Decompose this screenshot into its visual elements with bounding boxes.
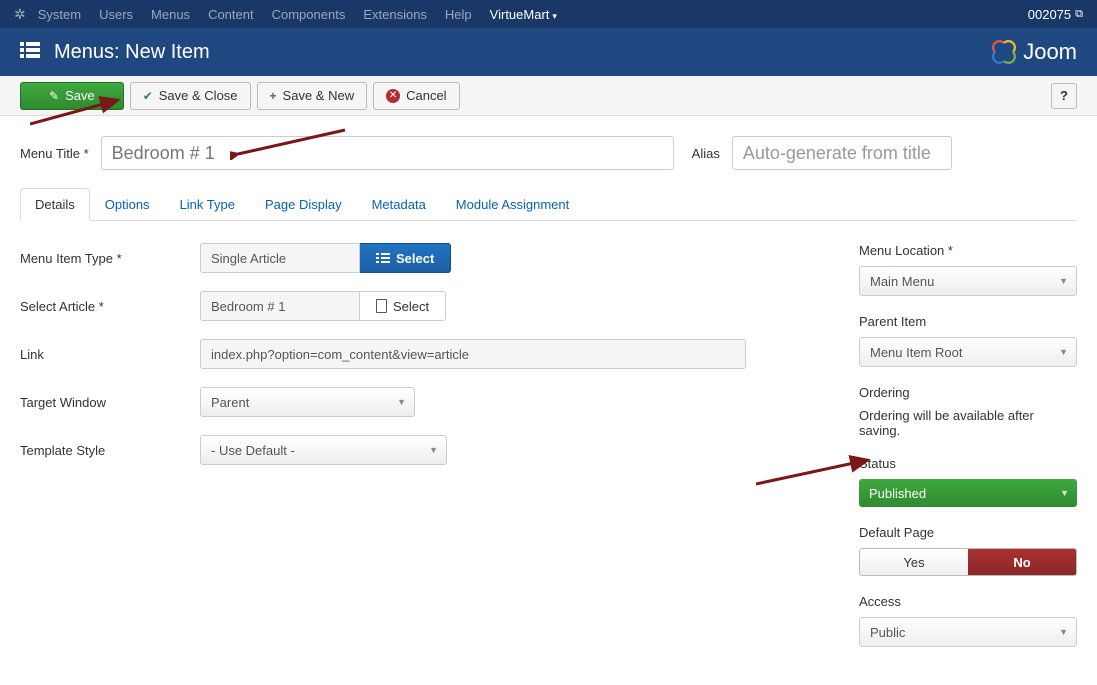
status-label: Status: [859, 456, 1077, 471]
menu-location-label: Menu Location *: [859, 243, 1077, 258]
ordering-label: Ordering: [859, 385, 1077, 400]
nav-help[interactable]: Help: [445, 7, 472, 22]
ordering-note: Ordering will be available after saving.: [859, 408, 1077, 438]
save-new-label: Save & New: [283, 88, 355, 103]
template-style-select[interactable]: - Use Default - ▼: [200, 435, 447, 465]
select-article-action-label: Select: [393, 299, 429, 314]
template-style-label: Template Style: [20, 443, 200, 458]
menu-title-input[interactable]: [101, 136, 674, 170]
check-icon: ✔: [143, 89, 153, 103]
status-select[interactable]: Published ▼: [859, 479, 1077, 507]
list-select-icon: [376, 251, 390, 266]
save-new-button[interactable]: + Save & New: [257, 82, 368, 110]
cancel-icon: ✕: [386, 89, 400, 103]
details-form: Menu Item Type * Single Article Select S…: [20, 243, 819, 665]
parent-item-value: Menu Item Root: [870, 345, 963, 360]
select-label: Select: [396, 251, 434, 266]
link-value: index.php?option=com_content&view=articl…: [200, 339, 746, 369]
template-style-value: - Use Default -: [211, 443, 295, 458]
page-header: Menus: New Item Joom: [0, 28, 1097, 76]
nav-extensions[interactable]: Extensions: [363, 7, 427, 22]
chevron-down-icon: ▼: [1059, 347, 1068, 357]
save-close-button[interactable]: ✔ Save & Close: [130, 82, 251, 110]
cancel-button[interactable]: ✕ Cancel: [373, 82, 459, 110]
joomla-logo-icon: [991, 39, 1017, 65]
action-toolbar: ✎ Save ✔ Save & Close + Save & New ✕ Can…: [0, 76, 1097, 116]
select-article-label: Select Article *: [20, 299, 200, 314]
tab-metadata[interactable]: Metadata: [357, 188, 441, 221]
caret-down-icon: ▾: [552, 11, 557, 21]
cancel-label: Cancel: [406, 88, 446, 103]
select-article-group: Bedroom # 1 Select: [200, 291, 819, 321]
tab-options[interactable]: Options: [90, 188, 165, 221]
sidebar-form: Menu Location * Main Menu ▼ Parent Item …: [859, 243, 1077, 665]
nav-menus[interactable]: Menus: [151, 7, 190, 22]
page-title: Menus: New Item: [54, 41, 210, 64]
default-page-label: Default Page: [859, 525, 1077, 540]
default-page-yes[interactable]: Yes: [860, 549, 968, 575]
joomla-glyph-icon: ✲: [14, 6, 26, 23]
joomla-brand-text: Joom: [1023, 39, 1077, 65]
menu-location-select[interactable]: Main Menu ▼: [859, 266, 1077, 296]
menu-item-type-select-button[interactable]: Select: [360, 243, 451, 273]
access-value: Public: [870, 625, 905, 640]
nav-components[interactable]: Components: [272, 7, 346, 22]
tab-bar: Details Options Link Type Page Display M…: [20, 188, 1077, 221]
save-button[interactable]: ✎ Save: [20, 82, 124, 110]
menu-item-type-group: Single Article Select: [200, 243, 819, 273]
menu-item-type-label: Menu Item Type *: [20, 251, 200, 266]
link-label: Link: [20, 347, 200, 362]
tab-details[interactable]: Details: [20, 188, 90, 221]
tab-link-type[interactable]: Link Type: [165, 188, 250, 221]
alias-label: Alias: [692, 146, 720, 161]
apply-icon: ✎: [49, 89, 59, 103]
file-icon: [376, 299, 387, 313]
select-article-value: Bedroom # 1: [200, 291, 360, 321]
menu-item-type-value: Single Article: [200, 243, 360, 273]
default-page-no[interactable]: No: [968, 549, 1076, 575]
target-window-label: Target Window: [20, 395, 200, 410]
chevron-down-icon: ▼: [1060, 488, 1069, 498]
help-button[interactable]: ?: [1051, 83, 1077, 109]
access-label: Access: [859, 594, 1077, 609]
save-label: Save: [65, 88, 95, 103]
tab-page-display[interactable]: Page Display: [250, 188, 357, 221]
select-article-button[interactable]: Select: [360, 291, 446, 321]
plus-icon: +: [270, 89, 277, 103]
default-page-toggle: Yes No: [859, 548, 1077, 576]
chevron-down-icon: ▼: [1059, 276, 1068, 286]
save-close-label: Save & Close: [159, 88, 238, 103]
site-id-link[interactable]: 002075: [1028, 7, 1071, 22]
target-window-value: Parent: [211, 395, 249, 410]
nav-content[interactable]: Content: [208, 7, 254, 22]
admin-top-nav: ✲ System Users Menus Content Components …: [0, 0, 1097, 28]
alias-input[interactable]: [732, 136, 952, 170]
parent-item-select[interactable]: Menu Item Root ▼: [859, 337, 1077, 367]
joomla-brand: Joom: [991, 39, 1077, 65]
main-area: Menu Item Type * Single Article Select S…: [20, 243, 1077, 665]
external-link-icon: ⧉: [1075, 8, 1083, 21]
title-row: Menu Title * Alias: [20, 136, 1077, 170]
menu-location-value: Main Menu: [870, 274, 934, 289]
status-value: Published: [869, 486, 926, 501]
list-icon: [20, 42, 40, 63]
target-window-select[interactable]: Parent ▼: [200, 387, 415, 417]
nav-users[interactable]: Users: [99, 7, 133, 22]
menu-title-label: Menu Title *: [20, 146, 89, 161]
chevron-down-icon: ▼: [397, 397, 406, 407]
chevron-down-icon: ▼: [1059, 627, 1068, 637]
parent-item-label: Parent Item: [859, 314, 1077, 329]
nav-virtuemart[interactable]: VirtueMart▾: [490, 7, 557, 22]
help-icon: ?: [1060, 88, 1068, 103]
tab-module-assignment[interactable]: Module Assignment: [441, 188, 584, 221]
chevron-down-icon: ▼: [429, 445, 438, 455]
access-select[interactable]: Public ▼: [859, 617, 1077, 647]
content-area: Menu Title * Alias Details Options Link …: [0, 116, 1097, 685]
nav-system[interactable]: System: [38, 7, 81, 22]
